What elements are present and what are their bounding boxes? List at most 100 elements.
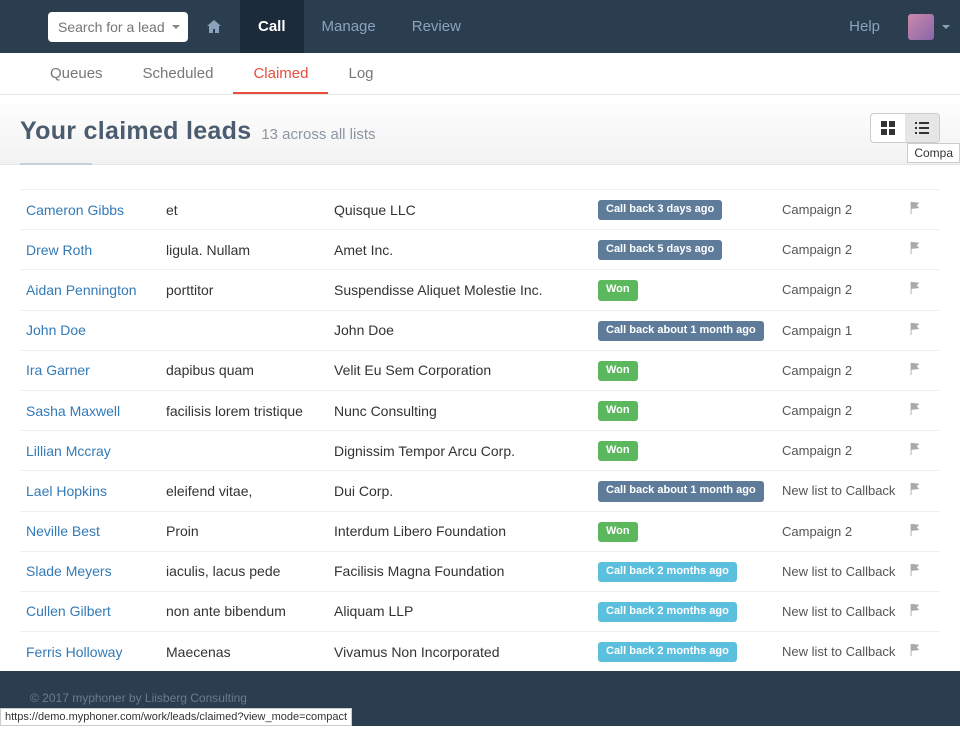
top-nav: Call Manage Review Help (0, 0, 960, 53)
table-row: Ira Garnerdapibus quamVelit Eu Sem Corpo… (20, 351, 940, 391)
lead-note: dapibus quam (166, 362, 334, 378)
nav-call[interactable]: Call (240, 0, 304, 53)
table-row: Sasha Maxwellfacilisis lorem tristiqueNu… (20, 391, 940, 431)
lead-name-link[interactable]: Neville Best (26, 523, 166, 539)
flag-icon[interactable] (908, 322, 928, 339)
lead-company: Nunc Consulting (334, 403, 598, 419)
subtabs: Queues Scheduled Claimed Log (0, 53, 960, 95)
table-row: Lillian Mccray Dignissim Tempor Arcu Corp… (20, 431, 940, 471)
lead-name-link[interactable]: Cullen Gilbert (26, 603, 166, 619)
grid-icon (881, 121, 895, 135)
lead-note: Proin (166, 523, 334, 539)
lead-name-link[interactable]: Ferris Holloway (26, 644, 166, 660)
status-badge: Call back about 1 month ago (598, 481, 764, 501)
lead-company: Dignissim Tempor Arcu Corp. (334, 443, 598, 459)
lead-campaign: New list to Callback (782, 644, 908, 659)
page-header: Your claimed leads 13 across all lists C… (0, 95, 960, 165)
lead-name-link[interactable]: Slade Meyers (26, 563, 166, 579)
lead-company: Facilisis Magna Foundation (334, 563, 598, 579)
status-badge: Call back about 1 month ago (598, 321, 764, 341)
header-underline (20, 163, 92, 165)
flag-icon[interactable] (908, 442, 928, 459)
home-icon (206, 19, 222, 35)
lead-company: Velit Eu Sem Corporation (334, 362, 598, 378)
search-lead[interactable] (48, 12, 188, 42)
tab-queues[interactable]: Queues (30, 53, 123, 94)
lead-note: facilisis lorem tristique (166, 403, 334, 419)
status-badge: Won (598, 522, 638, 542)
lead-campaign: Campaign 2 (782, 403, 908, 418)
lead-campaign: Campaign 2 (782, 524, 908, 539)
nav-help[interactable]: Help (831, 0, 898, 53)
flag-icon[interactable] (908, 523, 928, 540)
tab-claimed[interactable]: Claimed (233, 53, 328, 94)
table-row: Neville BestProinInterdum Libero Foundat… (20, 512, 940, 552)
status-badge: Call back 2 months ago (598, 602, 737, 622)
lead-campaign: Campaign 2 (782, 242, 908, 257)
lead-name-link[interactable]: Cameron Gibbs (26, 202, 166, 218)
leads-table: Cameron GibbsetQuisque LLCCall back 3 da… (0, 165, 960, 742)
page-title: Your claimed leads (20, 117, 251, 145)
flag-icon[interactable] (908, 362, 928, 379)
nav-manage[interactable]: Manage (304, 0, 394, 53)
table-row: Aidan PenningtonporttitorSuspendisse Ali… (20, 270, 940, 310)
status-badge: Call back 3 days ago (598, 200, 722, 220)
table-row: Cameron GibbsetQuisque LLCCall back 3 da… (20, 189, 940, 230)
flag-icon[interactable] (908, 643, 928, 660)
lead-campaign: Campaign 1 (782, 323, 908, 338)
flag-icon[interactable] (908, 281, 928, 298)
list-icon (915, 121, 929, 135)
lead-name-link[interactable]: Lael Hopkins (26, 483, 166, 499)
flag-icon[interactable] (908, 402, 928, 419)
table-row: Drew Rothligula. NullamAmet Inc.Call bac… (20, 230, 940, 270)
lead-campaign: New list to Callback (782, 604, 908, 619)
view-tooltip: Compa (907, 143, 960, 163)
page-subtitle: 13 across all lists (261, 126, 375, 143)
lead-note: non ante bibendum (166, 603, 334, 619)
lead-company: Interdum Libero Foundation (334, 523, 598, 539)
lead-company: Vivamus Non Incorporated (334, 644, 598, 660)
lead-campaign: Campaign 2 (782, 443, 908, 458)
lead-name-link[interactable]: Ira Garner (26, 362, 166, 378)
flag-icon[interactable] (908, 201, 928, 218)
status-badge: Call back 2 months ago (598, 642, 737, 662)
footer-text: © 2017 myphoner by Liisberg Consulting (30, 691, 247, 705)
avatar[interactable] (908, 14, 934, 40)
table-row: Ferris HollowayMaecenasVivamus Non Incor… (20, 632, 940, 672)
view-grid-button[interactable] (871, 114, 905, 142)
search-input[interactable] (58, 19, 164, 35)
lead-name-link[interactable]: Lillian Mccray (26, 443, 166, 459)
lead-name-link[interactable]: Aidan Pennington (26, 282, 166, 298)
user-menu-caret[interactable] (942, 25, 950, 29)
lead-campaign: New list to Callback (782, 483, 908, 498)
status-badge: Call back 5 days ago (598, 240, 722, 260)
lead-campaign: Campaign 2 (782, 363, 908, 378)
flag-icon[interactable] (908, 603, 928, 620)
lead-campaign: New list to Callback (782, 564, 908, 579)
flag-icon[interactable] (908, 563, 928, 580)
lead-company: Quisque LLC (334, 202, 598, 218)
tab-log[interactable]: Log (328, 53, 393, 94)
tab-scheduled[interactable]: Scheduled (123, 53, 234, 94)
lead-company: Aliquam LLP (334, 603, 598, 619)
lead-company: John Doe (334, 322, 598, 338)
lead-company: Amet Inc. (334, 242, 598, 258)
lead-name-link[interactable]: Sasha Maxwell (26, 403, 166, 419)
lead-name-link[interactable]: Drew Roth (26, 242, 166, 258)
lead-note: iaculis, lacus pede (166, 563, 334, 579)
flag-icon[interactable] (908, 482, 928, 499)
lead-note: Maecenas (166, 644, 334, 660)
table-row: John DoeJohn DoeCall back about 1 month … (20, 311, 940, 351)
status-badge: Won (598, 361, 638, 381)
browser-status-url: https://demo.myphoner.com/work/leads/cla… (0, 708, 352, 726)
status-badge: Won (598, 280, 638, 300)
nav-home[interactable] (188, 0, 240, 53)
lead-campaign: Campaign 2 (782, 282, 908, 297)
flag-icon[interactable] (908, 241, 928, 258)
chevron-down-icon (172, 25, 180, 29)
nav-review[interactable]: Review (394, 0, 479, 53)
view-list-button[interactable] (905, 114, 939, 142)
lead-name-link[interactable]: John Doe (26, 322, 166, 338)
status-badge: Call back 2 months ago (598, 562, 737, 582)
lead-note: et (166, 202, 334, 218)
